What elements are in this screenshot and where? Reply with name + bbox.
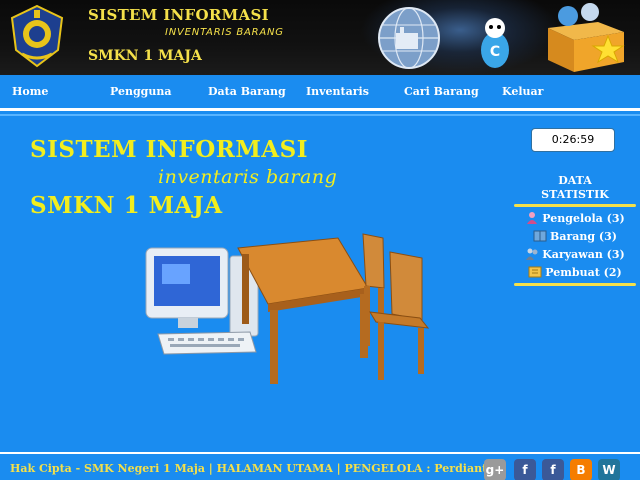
school-emblem-logo	[10, 4, 64, 68]
stat-karyawan-label: Karyawan (3)	[542, 247, 625, 261]
wordpress-icon[interactable]: W	[598, 459, 620, 480]
nav-keluar[interactable]: Keluar	[502, 85, 543, 98]
nav-cari-barang[interactable]: Cari Barang	[404, 85, 479, 98]
globe-icon	[378, 7, 440, 69]
main-school: SMKN 1 MAJA	[30, 192, 223, 219]
computer-and-desk-illustration	[145, 233, 430, 384]
main-subheading: inventaris barang	[158, 166, 338, 188]
stats-divider-bottom	[514, 283, 636, 286]
people-icon	[526, 248, 538, 260]
nav-home[interactable]: Home	[12, 85, 48, 98]
nav-divider	[0, 114, 640, 116]
nav-pengguna[interactable]: Pengguna	[110, 85, 171, 98]
nav-inventaris[interactable]: Inventaris	[306, 85, 369, 98]
blogger-icon[interactable]: B	[570, 459, 592, 480]
stat-pembuat-label: Pembuat (2)	[545, 265, 622, 279]
book-icon	[528, 266, 542, 278]
data-statistik-panel: DATA STATISTIK Pengelola (3) Barang (3) …	[514, 174, 636, 288]
main-heading: SISTEM INFORMASI	[30, 136, 309, 163]
computer-icon	[145, 247, 259, 355]
banner-school: SMKN 1 MAJA	[88, 48, 202, 64]
banner-subtitle: INVENTARIS BARANG	[165, 27, 284, 38]
header-banner: SISTEM INFORMASI INVENTARIS BARANG SMKN …	[0, 0, 640, 75]
stat-pembuat[interactable]: Pembuat (2)	[514, 263, 636, 281]
mascot-icon: C	[481, 18, 509, 68]
stat-barang[interactable]: Barang (3)	[514, 227, 636, 245]
google-plus-icon[interactable]: g+	[484, 459, 506, 480]
svg-text:C: C	[490, 44, 500, 60]
facebook-icon[interactable]: f	[514, 459, 536, 480]
user-icon	[527, 212, 538, 224]
facebook-alt-icon[interactable]: f	[542, 459, 564, 480]
stats-divider-top	[514, 204, 636, 207]
footer: Hak Cipta - SMK Negeri 1 Maja | HALAMAN …	[0, 452, 640, 480]
main-nav: Home Pengguna Data Barang Inventaris Car…	[0, 75, 640, 111]
stats-title-line1: DATA	[558, 174, 592, 187]
stats-title-line2: STATISTIK	[541, 188, 609, 201]
stat-barang-label: Barang (3)	[550, 229, 617, 243]
stat-karyawan[interactable]: Karyawan (3)	[514, 245, 636, 263]
desk-and-chairs-icon	[237, 233, 430, 384]
nav-data-barang[interactable]: Data Barang	[208, 85, 286, 98]
box-icon	[533, 230, 547, 242]
clock-display: 0:26:59	[531, 128, 615, 152]
footer-copyright: Hak Cipta - SMK Negeri 1 Maja | HALAMAN …	[10, 462, 495, 475]
banner-title: SISTEM INFORMASI	[88, 6, 269, 24]
stat-pengelola-label: Pengelola (3)	[542, 211, 625, 225]
gift-box-icon	[548, 3, 625, 72]
stat-pengelola[interactable]: Pengelola (3)	[514, 209, 636, 227]
